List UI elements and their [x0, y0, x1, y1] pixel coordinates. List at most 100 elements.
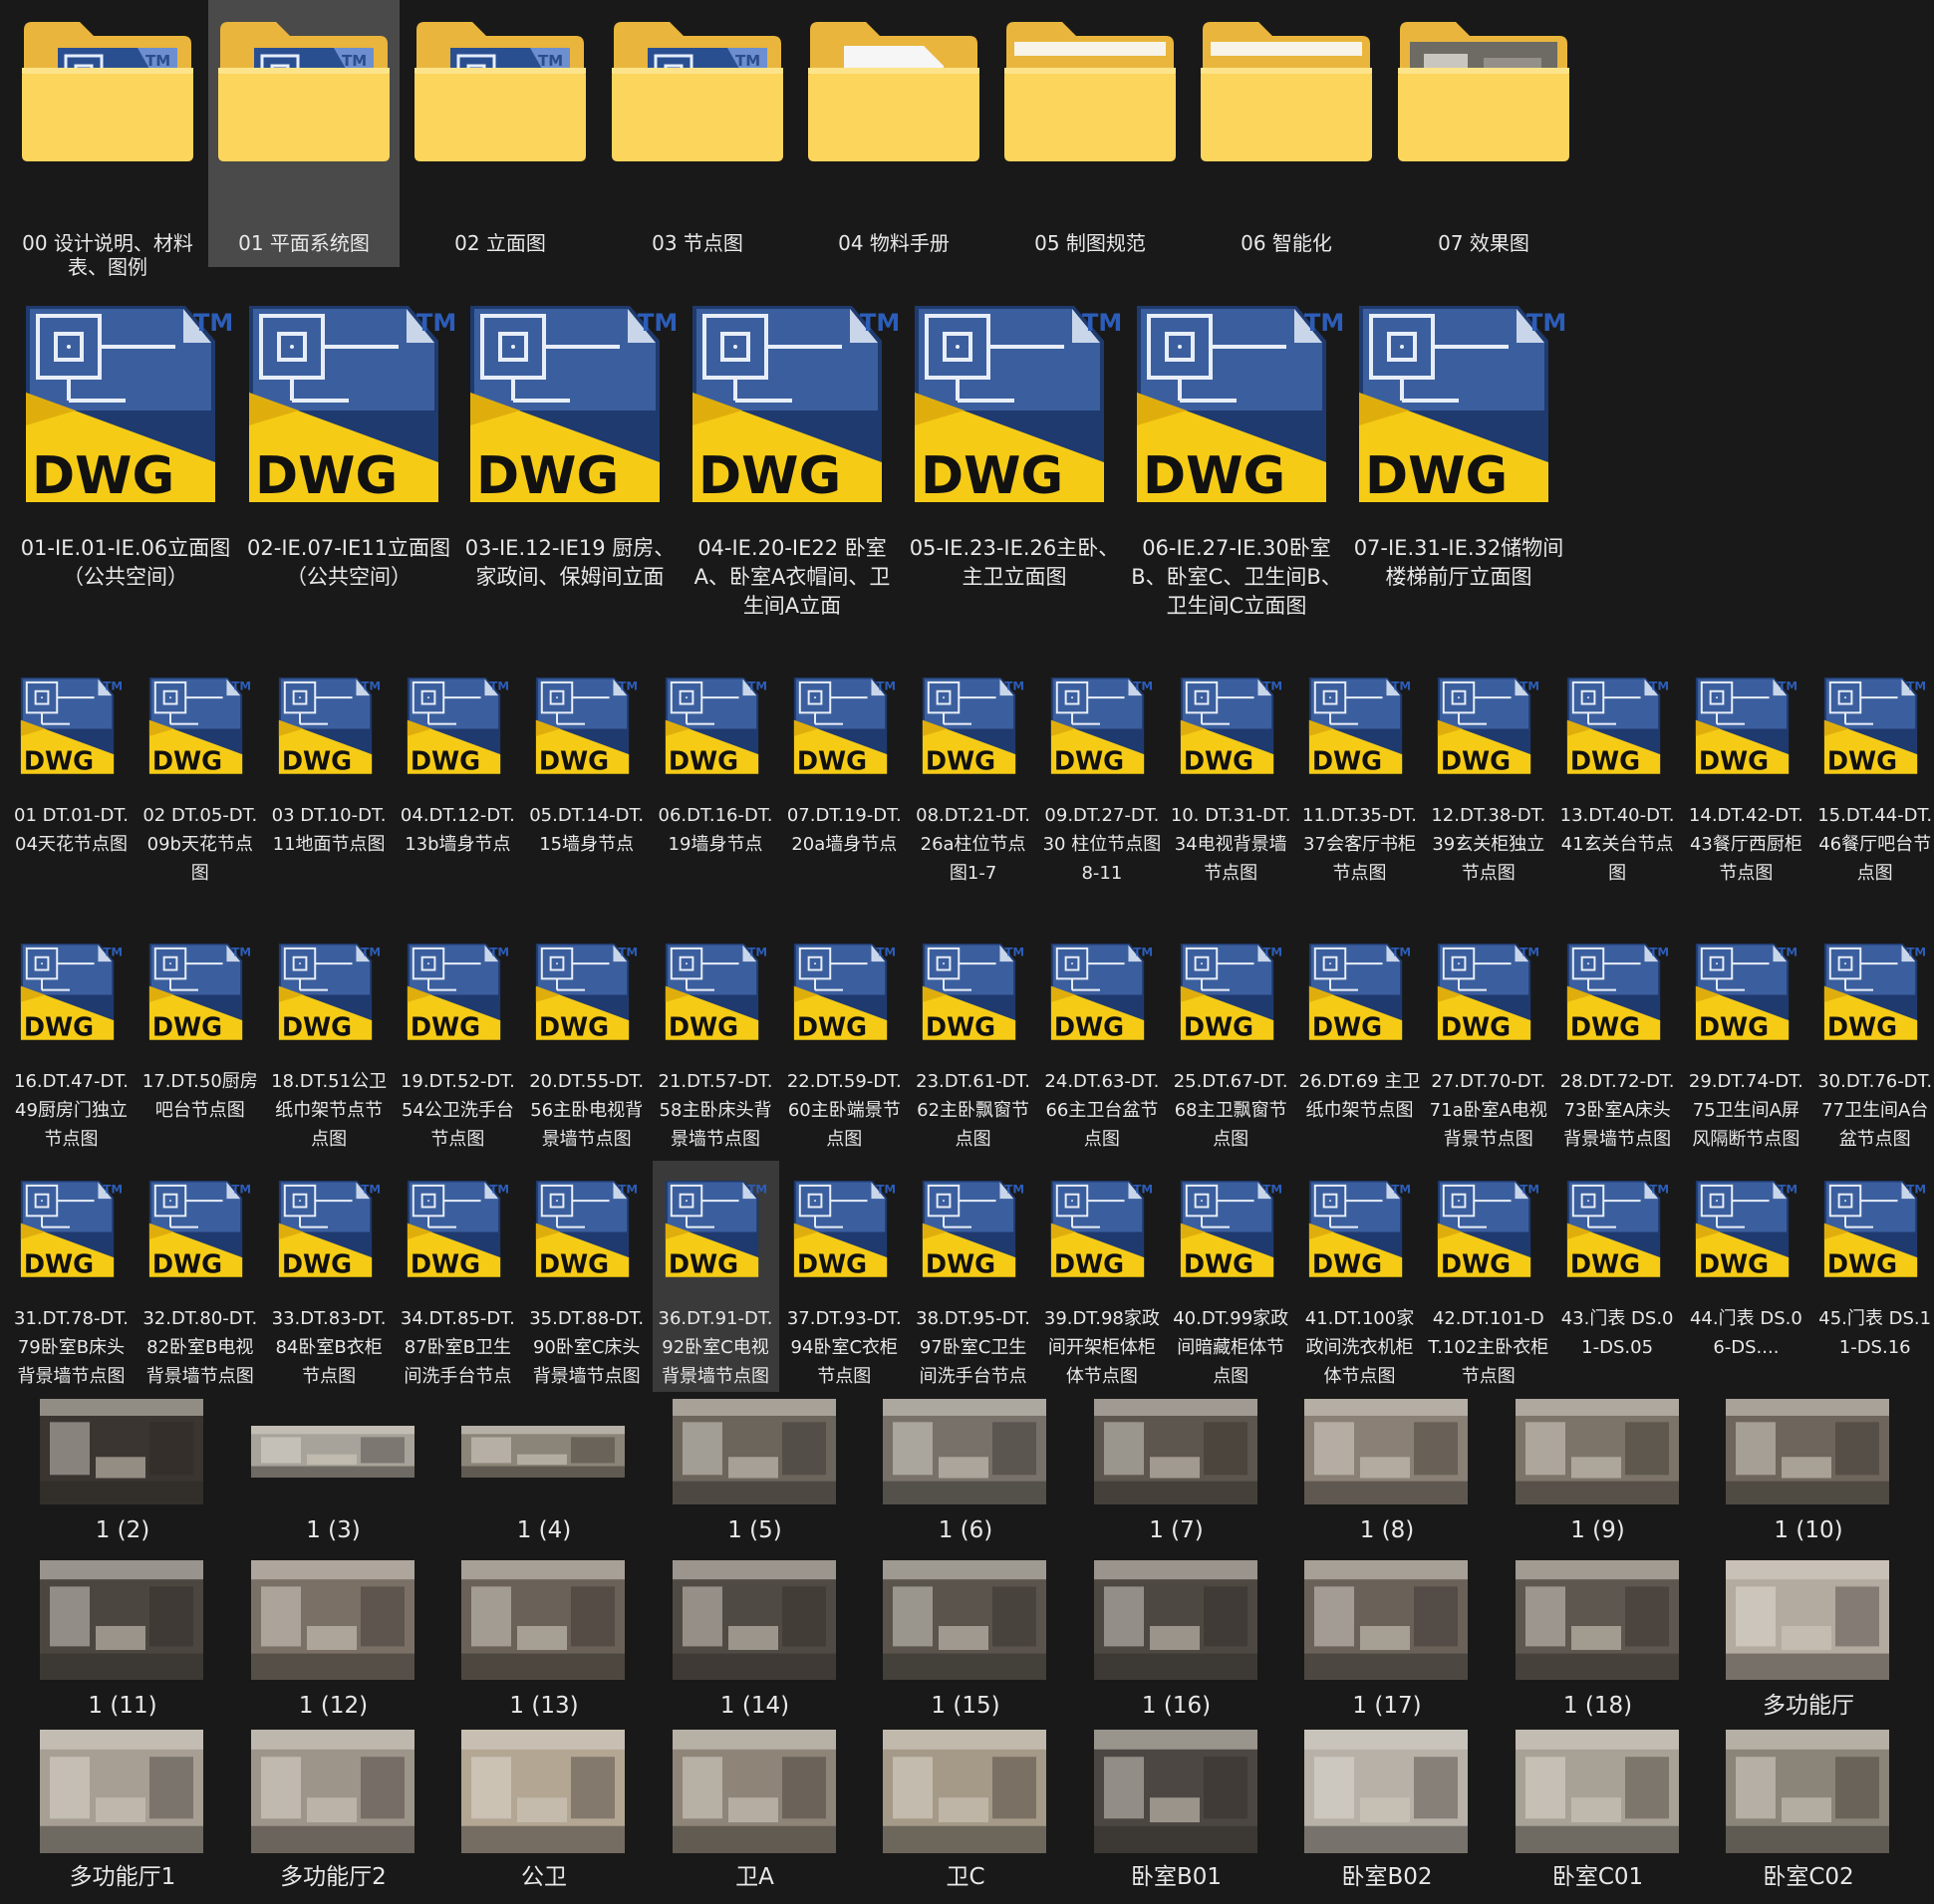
dwg-file[interactable]: DWG TM 34.DT.85-DT.87卧室B卫生间洗手台节点	[395, 1161, 521, 1392]
dwg-file-large[interactable]: DWG TM 02-IE.07-IE11立面图（公共空间）	[239, 295, 458, 638]
dwg-file[interactable]: DWG TM 11.DT.35-DT.37会客厅书柜节点图	[1296, 658, 1423, 923]
tm-mark: TM	[876, 945, 896, 958]
dwg-file[interactable]: DWG TM 38.DT.95-DT.97卧室C卫生间洗手台节点	[910, 1161, 1036, 1392]
dwg-file[interactable]: DWG TM 42.DT.101-DT.102主卧衣柜节点图	[1425, 1161, 1551, 1392]
dwg-file[interactable]: DWG TM 17.DT.50厨房吧台节点图	[137, 924, 263, 1159]
dwg-file[interactable]: DWG TM 20.DT.55-DT.56主卧电视背景墙节点图	[523, 924, 650, 1159]
dwg-file[interactable]: DWG TM 27.DT.70-DT.71a卧室A电视背景节点图	[1425, 924, 1551, 1159]
dwg-badge-text: DWG	[1569, 1012, 1639, 1042]
dwg-badge-text: DWG	[1312, 1249, 1382, 1279]
image-file[interactable]: 多功能厅	[1722, 1556, 1895, 1728]
folder-item[interactable]: TM 01 平面系统图	[208, 0, 400, 267]
dwg-file[interactable]: DWG TM 22.DT.59-DT.60主卧端景节点图	[781, 924, 908, 1159]
dwg-file[interactable]: DWG TM 14.DT.42-DT.43餐厅西厨柜节点图	[1683, 658, 1809, 923]
tm-mark: TM	[1907, 1182, 1927, 1196]
image-file[interactable]: 卫C	[879, 1726, 1052, 1897]
dwg-file-large[interactable]: DWG TM 04-IE.20-IE22 卧室A、卧室A衣帽间、卫生间A立面	[683, 295, 902, 638]
image-file[interactable]: 多功能厅1	[36, 1726, 209, 1897]
dwg-file[interactable]: DWG TM 28.DT.72-DT.73卧室A床头背景墙节点图	[1554, 924, 1681, 1159]
dwg-file[interactable]: DWG TM 36.DT.91-DT.92卧室C电视背景墙节点图	[652, 1161, 779, 1392]
dwg-file[interactable]: DWG TM 03 DT.10-DT.11地面节点图	[266, 658, 393, 923]
folder-item[interactable]: TM 02 立面图	[405, 0, 596, 267]
dwg-file[interactable]: DWG TM 37.DT.93-DT.94卧室C衣柜节点图	[781, 1161, 908, 1392]
dwg-file[interactable]: DWG TM 13.DT.40-DT.41玄关台节点图	[1554, 658, 1681, 923]
image-file[interactable]: 多功能厅2	[247, 1726, 420, 1897]
image-thumbnail	[1515, 1560, 1679, 1680]
folder-item[interactable]: 05 制图规范	[994, 0, 1186, 267]
image-file[interactable]: 1 (7)	[1090, 1395, 1263, 1566]
dwg-badge-text: DWG	[797, 746, 867, 776]
dwg-file[interactable]: DWG TM 10. DT.31-DT.34电视背景墙节点图	[1168, 658, 1294, 923]
dwg-file[interactable]: DWG TM 21.DT.57-DT.58主卧床头背景墙节点图	[653, 924, 779, 1159]
image-file[interactable]: 1 (6)	[879, 1395, 1052, 1566]
image-file[interactable]: 1 (2)	[36, 1395, 209, 1566]
image-file[interactable]: 卧室B02	[1300, 1726, 1474, 1897]
dwg-file[interactable]: DWG TM 07.DT.19-DT.20a墙身节点	[781, 658, 908, 923]
dwg-file-large[interactable]: DWG TM 05-IE.23-IE.26主卧、主卫立面图	[905, 295, 1124, 638]
dwg-file[interactable]: DWG TM 05.DT.14-DT.15墙身节点	[523, 658, 650, 923]
image-file[interactable]: 卫A	[669, 1726, 842, 1897]
file-name: 1 (2)	[95, 1517, 150, 1543]
dwg-file[interactable]: DWG TM 12.DT.38-DT.39玄关柜独立节点图	[1425, 658, 1551, 923]
dwg-file[interactable]: DWG TM 06.DT.16-DT.19墙身节点	[653, 658, 779, 923]
file-name: 02 DT.05-DT.09b天花节点图	[142, 805, 258, 884]
dwg-file-large[interactable]: DWG TM 01-IE.01-IE.06立面图（公共空间）	[16, 295, 235, 638]
dwg-file[interactable]: DWG TM 45.门表 DS.11-DS.16	[1811, 1161, 1934, 1392]
image-file[interactable]: 1 (4)	[457, 1395, 631, 1566]
file-name: 15.DT.44-DT.46餐厅吧台节点图	[1817, 805, 1933, 884]
dwg-file[interactable]: DWG TM 15.DT.44-DT.46餐厅吧台节点图	[1811, 658, 1934, 923]
image-file[interactable]: 公卫	[457, 1726, 631, 1897]
dwg-file[interactable]: DWG TM 30.DT.76-DT.77卫生间A台盆节点图	[1811, 924, 1934, 1159]
image-file[interactable]: 1 (13)	[457, 1556, 631, 1728]
dwg-badge-text: DWG	[476, 446, 619, 506]
dwg-file[interactable]: DWG TM 24.DT.63-DT.66主卫台盆节点图	[1038, 924, 1165, 1159]
dwg-file-large[interactable]: DWG TM 03-IE.12-IE19 厨房、家政间、保姆间立面	[460, 295, 680, 638]
dwg-file[interactable]: DWG TM 29.DT.74-DT.75卫生间A屏风隔断节点图	[1683, 924, 1809, 1159]
dwg-file[interactable]: DWG TM 35.DT.88-DT.90卧室C床头背景墙节点图	[523, 1161, 650, 1392]
image-file[interactable]: 卧室B01	[1090, 1726, 1263, 1897]
dwg-badge-text: DWG	[1054, 746, 1124, 776]
dwg-file[interactable]: DWG TM 26.DT.69 主卫纸巾架节点图	[1296, 924, 1423, 1159]
dwg-file[interactable]: DWG TM 33.DT.83-DT.84卧室B衣柜节点图	[266, 1161, 393, 1392]
dwg-badge-text: DWG	[1569, 1249, 1639, 1279]
dwg-file[interactable]: DWG TM 04.DT.12-DT.13b墙身节点	[395, 658, 521, 923]
image-file[interactable]: 1 (5)	[669, 1395, 842, 1566]
image-file[interactable]: 1 (16)	[1090, 1556, 1263, 1728]
dwg-file[interactable]: DWG TM 43.门表 DS.01-DS.05	[1554, 1161, 1681, 1392]
folder-item[interactable]: 06 智能化	[1191, 0, 1382, 267]
dwg-file[interactable]: DWG TM 23.DT.61-DT.62主卧飘窗节点图	[910, 924, 1036, 1159]
folder-icon	[808, 22, 979, 161]
dwg-file[interactable]: DWG TM 09.DT.27-DT.30 柱位节点图8-11	[1038, 658, 1165, 923]
dwg-file[interactable]: DWG TM 44.门表 DS.06-DS....	[1683, 1161, 1809, 1392]
dwg-file[interactable]: DWG TM 41.DT.100家政间洗衣机柜体节点图	[1296, 1161, 1423, 1392]
image-file[interactable]: 1 (15)	[879, 1556, 1052, 1728]
image-file[interactable]: 1 (14)	[669, 1556, 842, 1728]
dwg-file[interactable]: DWG TM 08.DT.21-DT.26a柱位节点图1-7	[910, 658, 1036, 923]
dwg-file[interactable]: DWG TM 16.DT.47-DT.49厨房门独立节点图	[8, 924, 135, 1159]
dwg-file-large[interactable]: DWG TM 06-IE.27-IE.30卧室B、卧室C、卫生间B、卫生间C立面图	[1127, 295, 1346, 638]
dwg-file[interactable]: DWG TM 01 DT.01-DT.04天花节点图	[8, 658, 135, 923]
image-file[interactable]: 卧室C01	[1512, 1726, 1685, 1897]
dwg-file[interactable]: DWG TM 25.DT.67-DT.68主卫飘窗节点图	[1168, 924, 1294, 1159]
dwg-file[interactable]: DWG TM 39.DT.98家政间开架柜体柜体节点图	[1038, 1161, 1165, 1392]
image-file[interactable]: 1 (8)	[1300, 1395, 1474, 1566]
dwg-file[interactable]: DWG TM 19.DT.52-DT.54公卫洗手台节点图	[395, 924, 521, 1159]
image-file[interactable]: 1 (12)	[247, 1556, 420, 1728]
image-file[interactable]: 1 (17)	[1300, 1556, 1474, 1728]
folder-item[interactable]: 07 效果图	[1388, 0, 1579, 267]
folder-item[interactable]: TM 03 节点图	[602, 0, 793, 267]
dwg-file-large[interactable]: DWG TM 07-IE.31-IE.32储物间 楼梯前厅立面图	[1349, 295, 1568, 638]
dwg-file[interactable]: DWG TM 18.DT.51公卫纸巾架节点节点图	[266, 924, 393, 1159]
dwg-file[interactable]: DWG TM 02 DT.05-DT.09b天花节点图	[137, 658, 263, 923]
folder-item[interactable]: 04 物料手册	[798, 0, 989, 267]
image-file[interactable]: 1 (18)	[1512, 1556, 1685, 1728]
image-file[interactable]: 1 (3)	[247, 1395, 420, 1566]
folder-item[interactable]: TM 00 设计说明、材料表、图例	[12, 0, 203, 279]
dwg-file[interactable]: DWG TM 40.DT.99家政间暗藏柜体节点图	[1168, 1161, 1294, 1392]
image-file[interactable]: 1 (10)	[1722, 1395, 1895, 1566]
image-file[interactable]: 1 (11)	[36, 1556, 209, 1728]
image-file[interactable]: 1 (9)	[1512, 1395, 1685, 1566]
dwg-file[interactable]: DWG TM 32.DT.80-DT.82卧室B电视背景墙节点图	[137, 1161, 263, 1392]
dwg-file[interactable]: DWG TM 31.DT.78-DT.79卧室B床头背景墙节点图	[8, 1161, 135, 1392]
image-file[interactable]: 卧室C02	[1722, 1726, 1895, 1897]
